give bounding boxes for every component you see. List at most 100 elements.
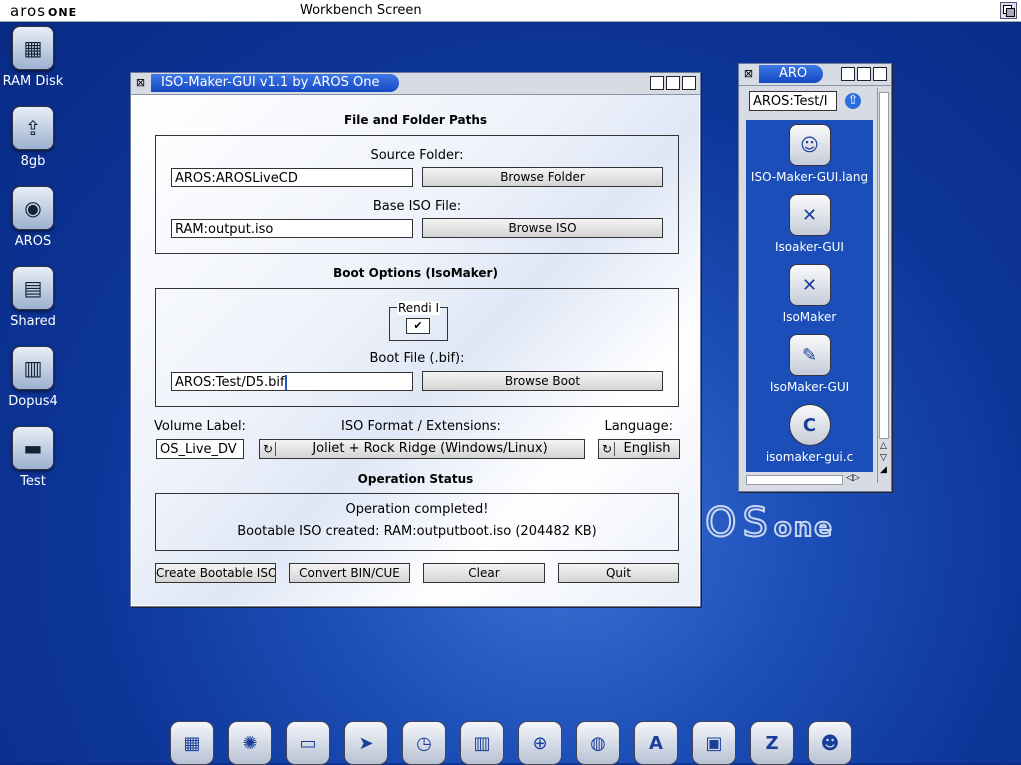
catalog-icon: ☺ [788,124,831,166]
c-source-icon: C [788,404,831,446]
iconify-icon[interactable] [650,76,664,90]
convert-bin-cue-button[interactable]: Convert BIN/CUE [289,563,410,583]
desktop-icon-label: Dopus4 [8,394,58,409]
drawer-item[interactable]: ✎ IsoMaker-GUI [746,334,873,394]
depth-icon[interactable] [682,76,696,90]
paths-section-title: File and Folder Paths [343,113,488,127]
browse-boot-button[interactable]: Browse Boot [422,371,663,391]
source-folder-input[interactable]: AROS:AROSLiveCD [171,168,413,187]
window-title-bar[interactable]: ⊠ ISO-Maker-GUI v1.1 by AROS One [131,73,700,95]
user-icon[interactable]: ☻ [808,721,852,765]
drawer-path-input[interactable]: AROS:Test/I [749,91,837,111]
parent-arrow-icon[interactable]: ⇧ [845,93,861,109]
window-body: File and Folder Paths Source Folder: ARO… [132,95,699,605]
desktop-icon-test[interactable]: ▬ Test [0,426,68,489]
drawer-item-label: isomaker-gui.c [765,450,854,464]
desktop-icon-label: AROS [14,234,52,249]
dopus-icon: ▥ [12,346,54,390]
shared-drive-icon: ▤ [12,266,54,310]
aros-logo: aros ONE [10,2,78,20]
usb-drive-icon: ⇪ [12,106,54,150]
depth-icon[interactable] [873,67,887,81]
drive-icon: ▬ [12,426,54,470]
rendi-checkbox[interactable]: ✔ [406,318,430,334]
close-icon[interactable]: ⊠ [742,67,755,80]
iso-format-value: Joliet + Rock Ridge (Windows/Linux) [312,441,548,456]
scroll-thumb[interactable] [879,92,889,439]
scroll-arrows-icon[interactable]: ◁▷ [846,473,860,483]
cycle-icon: ↻ [602,442,615,456]
boot-file-input[interactable]: AROS:Test/D5.bif [171,372,413,391]
font-icon[interactable]: A [634,721,678,765]
desktop-icon-ram-disk[interactable]: ▦ RAM Disk [0,26,68,89]
desktop-icon-label: Test [20,474,46,489]
os-one-logo: OSone [704,499,834,547]
browse-iso-button[interactable]: Browse ISO [422,218,663,238]
status-section-title: Operation Status [357,472,474,486]
iso-maker-window[interactable]: ⊠ ISO-Maker-GUI v1.1 by AROS One File an… [130,72,701,607]
monitor-icon[interactable]: ▣ [692,721,736,765]
volume-label-input[interactable]: OS_Live_DV [156,439,244,459]
cycle-icon: ↻ [263,442,276,456]
screen-title-bar[interactable]: aros ONE Workbench Screen [0,0,1021,22]
display-icon[interactable]: ▭ [286,721,330,765]
drawer-item[interactable]: ✕ IsoMaker [746,264,873,324]
horizontal-scrollbar[interactable]: ◁▷ [746,473,873,485]
close-icon[interactable]: ⊠ [134,76,147,89]
screen-title: Workbench Screen [300,3,422,18]
drawer-title-bar[interactable]: ⊠ ARO [739,64,891,86]
disc-icon: ✎ [788,334,831,376]
drawer-item-label: ISO-Maker-GUI.lang [750,170,869,184]
tool-icon: ✕ [788,194,831,236]
scroll-thumb[interactable] [746,475,843,485]
desktop-icon-8gb[interactable]: ⇪ 8gb [0,106,68,169]
tool-icon: ✕ [788,264,831,306]
clear-button[interactable]: Clear [423,563,545,583]
desktop-icon-shared[interactable]: ▤ Shared [0,266,68,329]
globe-icon[interactable]: ◍ [576,721,620,765]
clock-icon[interactable]: ◷ [402,721,446,765]
status-line-1: Operation completed! [345,502,489,517]
rendi-label: Rendi I [396,301,441,315]
drawer-icon-area[interactable]: ☺ ISO-Maker-GUI.lang ✕ Isoaker-GUI ✕ Iso… [746,120,873,472]
drawer-item[interactable]: ✕ Isoaker-GUI [746,194,873,254]
iconify-icon[interactable] [841,67,855,81]
base-iso-input[interactable]: RAM:output.iso [171,219,413,238]
cd-icon[interactable]: ⊕ [518,721,562,765]
zoom-icon[interactable] [666,76,680,90]
zune-icon[interactable]: Z [750,721,794,765]
create-bootable-iso-button[interactable]: Create Bootable ISO [155,563,276,583]
desktop-icon-aros[interactable]: ◉ AROS [0,186,68,249]
language-cycle[interactable]: ↻ English [598,439,680,459]
desktop-icon-label: Shared [10,314,56,329]
drawer-item[interactable]: ☺ ISO-Maker-GUI.lang [746,124,873,184]
zoom-icon[interactable] [857,67,871,81]
drawer-window[interactable]: ⊠ ARO AROS:Test/I ⇧ ☺ ISO-Maker-GUI.lang… [738,63,892,492]
drawer-item-label: IsoMaker [782,310,837,324]
drawer-item-label: Isoaker-GUI [775,240,844,254]
desktop-icon-dopus4[interactable]: ▥ Dopus4 [0,346,68,409]
status-line-2: Bootable ISO created: RAM:outputboot.iso… [237,524,597,539]
base-iso-label: Base ISO File: [372,199,462,214]
screen-depth-gadget-icon[interactable] [1000,2,1017,19]
iso-format-cycle[interactable]: ↻ Joliet + Rock Ridge (Windows/Linux) [259,439,585,459]
hard-disk-icon: ◉ [12,186,54,230]
boot-file-label: Boot File (.bif): [369,351,465,366]
ram-disk-icon: ▦ [12,26,54,70]
scroll-arrows-icon[interactable]: △ ▽ ◢ [878,440,889,476]
desktop-icon-label: RAM Disk [2,74,64,89]
pointer-icon[interactable]: ➤ [344,721,388,765]
browse-folder-button[interactable]: Browse Folder [422,167,663,187]
drawer-item-label: IsoMaker-GUI [769,380,850,394]
quit-button[interactable]: Quit [558,563,679,583]
language-label: Language: [604,419,673,434]
window-title: ISO-Maker-GUI v1.1 by AROS One [151,74,400,92]
source-folder-label: Source Folder: [370,148,464,163]
network-icon[interactable]: ✺ [228,721,272,765]
workbench-icon[interactable]: ▦ [170,721,214,765]
vertical-scrollbar[interactable]: △ ▽ ◢ [877,88,889,483]
keyboard-icon[interactable]: ▥ [460,721,504,765]
drawer-item[interactable]: C isomaker-gui.c [746,404,873,464]
language-value: English [623,441,671,456]
drawer-title: ARO [759,65,824,83]
